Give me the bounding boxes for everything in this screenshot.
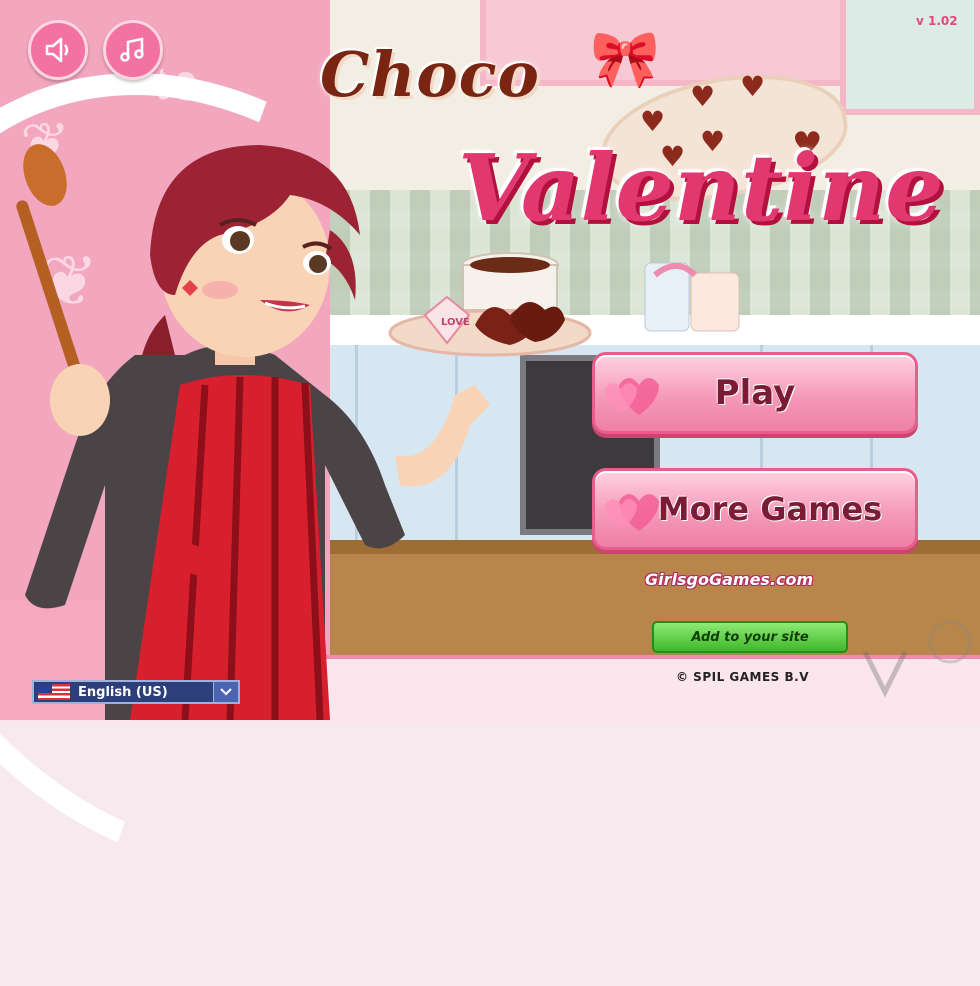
heart-chocolate-icon: ♥ bbox=[690, 80, 716, 113]
language-selector[interactable]: English (US) bbox=[32, 680, 240, 704]
ribbon-bow-icon: 🎀 bbox=[590, 27, 660, 92]
sound-toggle-button[interactable] bbox=[28, 20, 88, 80]
chevron-down-icon[interactable] bbox=[213, 682, 238, 702]
girlsgogames-logo-link[interactable]: GirlsgoGames.com bbox=[645, 570, 813, 589]
add-to-your-site-button[interactable]: Add to your site bbox=[652, 621, 848, 653]
speaker-icon bbox=[45, 37, 69, 63]
hearts-icon bbox=[605, 494, 659, 531]
kitchen-window-right bbox=[840, 0, 980, 115]
play-button-label: Play bbox=[714, 373, 796, 413]
more-games-button-label: More Games bbox=[657, 490, 883, 528]
heart-chocolate-icon: ♥ bbox=[740, 70, 766, 103]
copyright-text: © SPIL GAMES B.V bbox=[676, 670, 809, 684]
hearts-icon bbox=[605, 378, 659, 415]
version-label: v 1.02 bbox=[916, 14, 958, 28]
watermark-logo bbox=[862, 620, 972, 698]
us-flag-icon bbox=[38, 684, 70, 700]
title-line-1: Choco bbox=[320, 38, 540, 111]
plate-love-text: LOVE bbox=[441, 317, 470, 328]
music-toggle-button[interactable] bbox=[103, 20, 163, 80]
music-note-icon bbox=[120, 37, 144, 62]
play-button[interactable]: Play bbox=[592, 352, 918, 434]
language-selected-label: English (US) bbox=[78, 684, 168, 700]
more-games-button[interactable]: More Games bbox=[592, 468, 918, 550]
title-line-2: Valentine bbox=[458, 134, 944, 242]
